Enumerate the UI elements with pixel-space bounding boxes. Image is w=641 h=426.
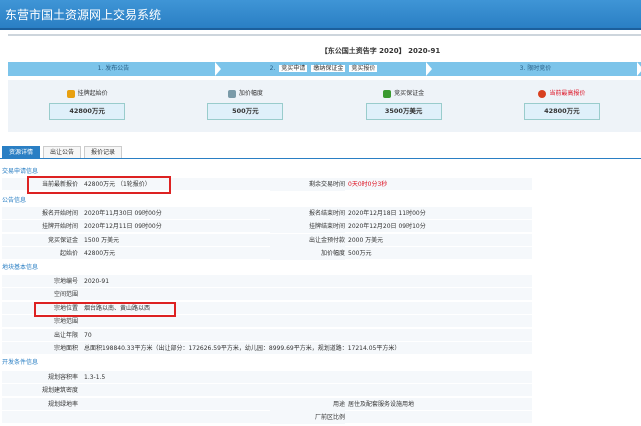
tab-resource-details[interactable]: 资源详情 xyxy=(2,146,41,158)
field-label: 报名开始时间 xyxy=(41,210,78,217)
app-title: 东营市国土资源网上交易系统 xyxy=(5,8,162,22)
table-row: 空间范围 xyxy=(2,288,532,302)
step-bidding: 2. 竞买申请 缴纳保证金 竞买报价 xyxy=(219,62,432,76)
card-value: 500万元 xyxy=(207,102,284,120)
section-dev: 开发条件信息 xyxy=(2,359,39,366)
card-label: 挂牌起始价 xyxy=(77,90,108,97)
coins-icon xyxy=(66,89,75,98)
field-label: 挂牌开始时间 xyxy=(41,223,78,231)
money-icon xyxy=(227,89,236,98)
price-summary: 挂牌起始价 42800万元 加价幅度 500万元 竞买保证金 3500万美元 当前最高… xyxy=(8,80,641,132)
field-value: 70 xyxy=(84,331,92,339)
field-value: 2020年12月11日 09时00分 xyxy=(84,223,162,231)
field-value: 2020年12月18日 11时00分 xyxy=(348,210,426,217)
table-row: 宗地范围 xyxy=(2,315,532,329)
field-value: 2020年12月20日 09时10分 xyxy=(348,223,426,231)
step-number: 2. xyxy=(269,65,276,72)
table-row: 报名开始时间 2020年11月30日 09时00分 报名结束时间 2020年12月18… xyxy=(2,207,532,220)
table-row: 规划绿地率 用途 居住及配套服务设施用地 xyxy=(2,397,532,411)
table-row: 挂牌开始时间 2020年12月11日 09时00分 挂牌结束时间 2020年12月20… xyxy=(2,220,532,234)
field-value: 居住及配套服务设施用地 xyxy=(348,400,415,408)
tab-announcement[interactable]: 出让公告 xyxy=(43,146,82,158)
step-publish: 1. 发布公告 xyxy=(8,62,221,76)
step-tag-apply[interactable]: 竞买申请 xyxy=(279,65,308,72)
step-tag-bid[interactable]: 竞买报价 xyxy=(349,65,378,72)
card-deposit: 竞买保证金 3500万美元 xyxy=(325,80,483,132)
dollar-icon xyxy=(383,89,392,98)
table-row: 规划建筑密度 xyxy=(2,384,532,398)
field-label: 挂牌结束时间 xyxy=(270,220,345,234)
field-value: 2020年11月30日 09时00分 xyxy=(84,210,162,217)
field-label: 出让金预付款 xyxy=(270,233,345,247)
field-label: 起始价 xyxy=(59,250,78,258)
table-row: 竞买保证金 1500 万美元 出让金预付款 2000 万美元 xyxy=(2,233,532,247)
field-label: 空间范围 xyxy=(53,291,78,299)
table-row: 起始价 42800万元 加价幅度 500万元 xyxy=(2,247,532,261)
section-land: 地块基本信息 xyxy=(2,264,39,271)
field-label: 宗地编号 xyxy=(53,278,78,285)
field-value: 42800万元 xyxy=(84,250,116,258)
field-value: 2020-91 xyxy=(84,278,110,285)
field-value: 2000 万美元 xyxy=(348,236,384,244)
field-label: 规划绿地率 xyxy=(47,400,78,408)
field-label: 加价幅度 xyxy=(270,247,345,261)
card-increment: 加价幅度 500万元 xyxy=(166,80,324,132)
field-label: 用途 xyxy=(270,397,345,411)
field-value: 0天0时0分3秒 xyxy=(348,181,388,188)
app-header: 东营市国土资源网上交易系统 xyxy=(0,0,641,30)
table-row: 宗地编号 2020-91 xyxy=(2,275,532,288)
table-row: 厂前区比例 xyxy=(2,411,532,425)
section-notice: 公告信息 xyxy=(2,197,27,204)
field-value: 500万元 xyxy=(348,250,372,258)
field-label: 出让年限 xyxy=(53,331,78,339)
field-label: 报名结束时间 xyxy=(270,207,345,220)
field-value: 1500 万美元 xyxy=(84,236,120,244)
progress-steps: 1. 发布公告 2. 竞买申请 缴纳保证金 竞买报价 3. 限时竞价 xyxy=(8,62,641,76)
field-label: 宗地面积 xyxy=(53,345,78,352)
step-tag-deposit[interactable]: 缴纳保证金 xyxy=(311,65,346,72)
tab-bar: 资源详情 出让公告 报价记录 xyxy=(0,146,641,159)
table-row: 宗地面积 总面积198840.33平方米（出让部分：172626.59平方米，幼儿… xyxy=(2,342,532,355)
document-number: 【东公国土资告字 2020】 2020-91 xyxy=(320,47,441,55)
field-label: 规划建筑密度 xyxy=(41,387,78,395)
step-timed-bidding: 3. 限时竞价 xyxy=(430,62,641,76)
card-value: 42800万元 xyxy=(523,102,600,120)
field-value: 总面积198840.33平方米（出让部分：172626.59平方米，幼儿园：89… xyxy=(84,345,401,352)
field-label: 厂前区比例 xyxy=(270,411,345,425)
tab-bid-records[interactable]: 报价记录 xyxy=(84,146,123,158)
card-start-price: 挂牌起始价 42800万元 xyxy=(8,80,166,132)
card-label: 竞买保证金 xyxy=(394,90,425,97)
divider xyxy=(8,34,641,36)
card-value: 42800万元 xyxy=(49,102,126,120)
alarm-clock-icon xyxy=(538,89,547,98)
card-highest-bid: 当前最高报价 42800万元 xyxy=(483,80,641,132)
field-label: 规划容积率 xyxy=(47,374,78,381)
field-label: 剩余交易时间 xyxy=(270,178,345,191)
field-value: 1.3-1.5 xyxy=(84,374,106,381)
table-row: 规划容积率 1.3-1.5 xyxy=(2,371,532,384)
highlight-box xyxy=(27,176,171,194)
table-row: 出让年限 70 xyxy=(2,328,532,342)
highlight-box xyxy=(34,302,176,317)
card-value: 3500万美元 xyxy=(365,102,442,120)
card-label: 加价幅度 xyxy=(238,90,263,97)
section-apply: 交易申请信息 xyxy=(2,168,39,175)
card-label: 当前最高报价 xyxy=(549,90,586,97)
field-label: 竞买保证金 xyxy=(47,236,78,244)
field-label: 宗地范围 xyxy=(53,318,78,326)
